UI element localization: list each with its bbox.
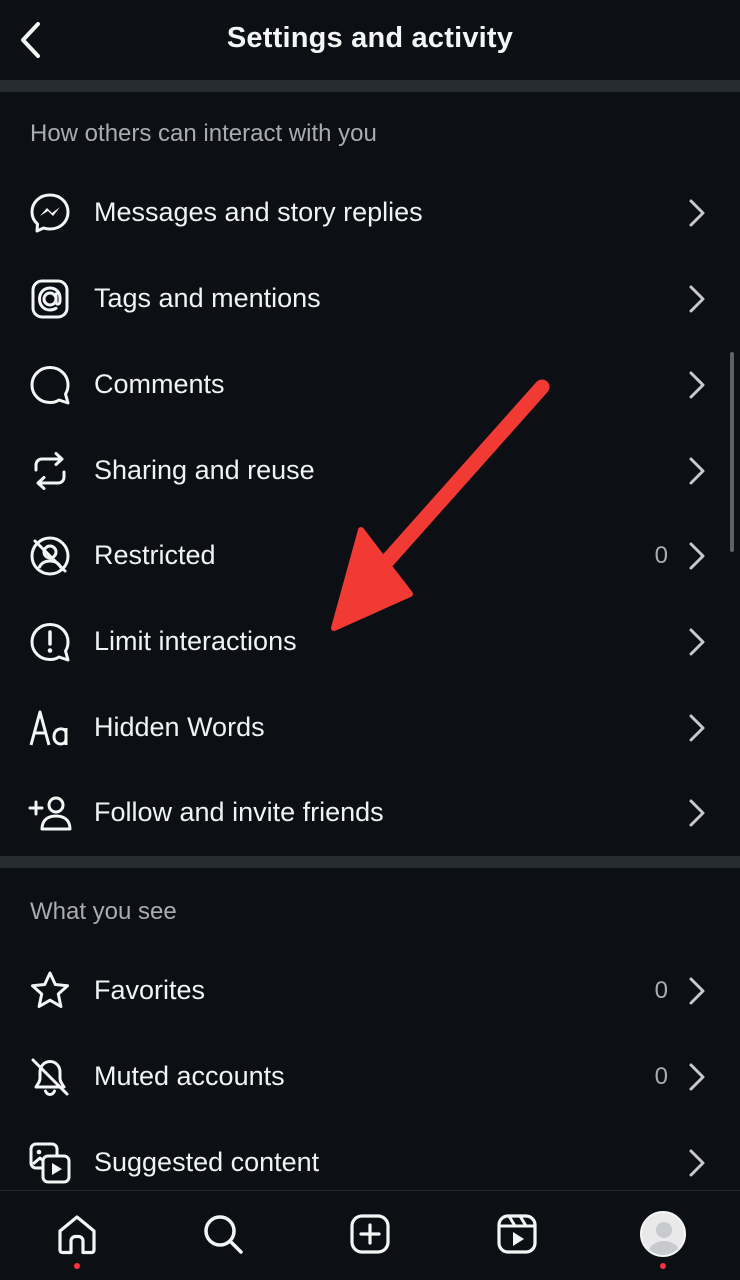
row-restricted[interactable]: Restricted 0 <box>0 514 740 600</box>
tab-reels[interactable] <box>492 1209 542 1259</box>
chevron-right-icon <box>689 285 705 313</box>
count-badge: 0 <box>654 1063 668 1090</box>
row-label: Messages and story replies <box>94 197 423 227</box>
scrollbar[interactable] <box>730 352 734 552</box>
tab-create[interactable] <box>345 1209 395 1259</box>
chevron-right-icon <box>689 1149 705 1177</box>
chevron-right-icon <box>689 371 705 399</box>
row-messages-and-story-replies[interactable]: Messages and story replies <box>0 171 740 257</box>
row-follow-and-invite-friends[interactable]: Follow and invite friends <box>0 771 740 857</box>
section-divider <box>0 80 740 92</box>
chevron-right-icon <box>689 714 705 742</box>
page-title: Settings and activity <box>226 22 514 54</box>
avatar <box>640 1211 686 1257</box>
chevron-right-icon <box>689 977 705 1005</box>
row-label: Limit interactions <box>94 626 297 656</box>
count-badge: 0 <box>654 977 668 1004</box>
row-label: Comments <box>94 369 225 399</box>
repost-icon <box>34 452 66 490</box>
suggested-content-icon <box>29 1142 71 1184</box>
chevron-right-icon <box>689 799 705 827</box>
row-label: Follow and invite friends <box>94 797 384 827</box>
row-label: Restricted <box>94 540 216 570</box>
row-sharing-and-reuse[interactable]: Sharing and reuse <box>0 429 740 515</box>
bottom-tab-bar <box>0 1190 740 1280</box>
section-title-interactions: How others can interact with you <box>30 120 377 147</box>
header: Settings and activity <box>0 0 740 78</box>
row-label: Favorites <box>94 975 206 1005</box>
row-label: Hidden Words <box>94 712 265 742</box>
tab-home[interactable] <box>52 1209 102 1269</box>
home-icon <box>58 1215 96 1255</box>
at-sign-icon <box>31 279 69 319</box>
row-label: Muted accounts <box>94 1061 285 1091</box>
row-hidden-words[interactable]: Hidden Words <box>0 686 740 772</box>
tab-profile[interactable] <box>638 1209 688 1269</box>
row-muted-accounts[interactable]: Muted accounts 0 <box>0 1035 740 1121</box>
section-divider <box>0 856 740 868</box>
comment-icon <box>30 366 70 405</box>
count-badge: 0 <box>654 542 668 569</box>
muted-bell-icon <box>31 1058 69 1097</box>
search-icon <box>204 1215 243 1254</box>
star-icon <box>31 971 69 1008</box>
add-person-icon <box>28 796 72 831</box>
restricted-icon <box>30 536 70 576</box>
chevron-right-icon <box>689 199 705 227</box>
chevron-right-icon <box>689 1063 705 1091</box>
chevron-right-icon <box>689 542 705 570</box>
reels-icon <box>497 1214 537 1254</box>
row-label: Tags and mentions <box>94 283 321 313</box>
tab-search[interactable] <box>198 1209 248 1259</box>
messenger-icon <box>30 193 70 233</box>
text-aa-icon <box>29 710 68 746</box>
section-title-what-you-see: What you see <box>30 898 177 925</box>
row-favorites[interactable]: Favorites 0 <box>0 949 740 1035</box>
row-label: Suggested content <box>94 1147 320 1177</box>
row-label: Sharing and reuse <box>94 455 315 485</box>
notification-dot <box>74 1263 80 1269</box>
limit-interactions-icon <box>30 623 70 662</box>
row-limit-interactions[interactable]: Limit interactions <box>0 600 740 686</box>
row-comments[interactable]: Comments <box>0 343 740 429</box>
chevron-right-icon <box>689 457 705 485</box>
notification-dot <box>660 1263 666 1269</box>
create-icon <box>350 1214 390 1254</box>
row-tags-and-mentions[interactable]: Tags and mentions <box>0 257 740 343</box>
chevron-right-icon <box>689 628 705 656</box>
